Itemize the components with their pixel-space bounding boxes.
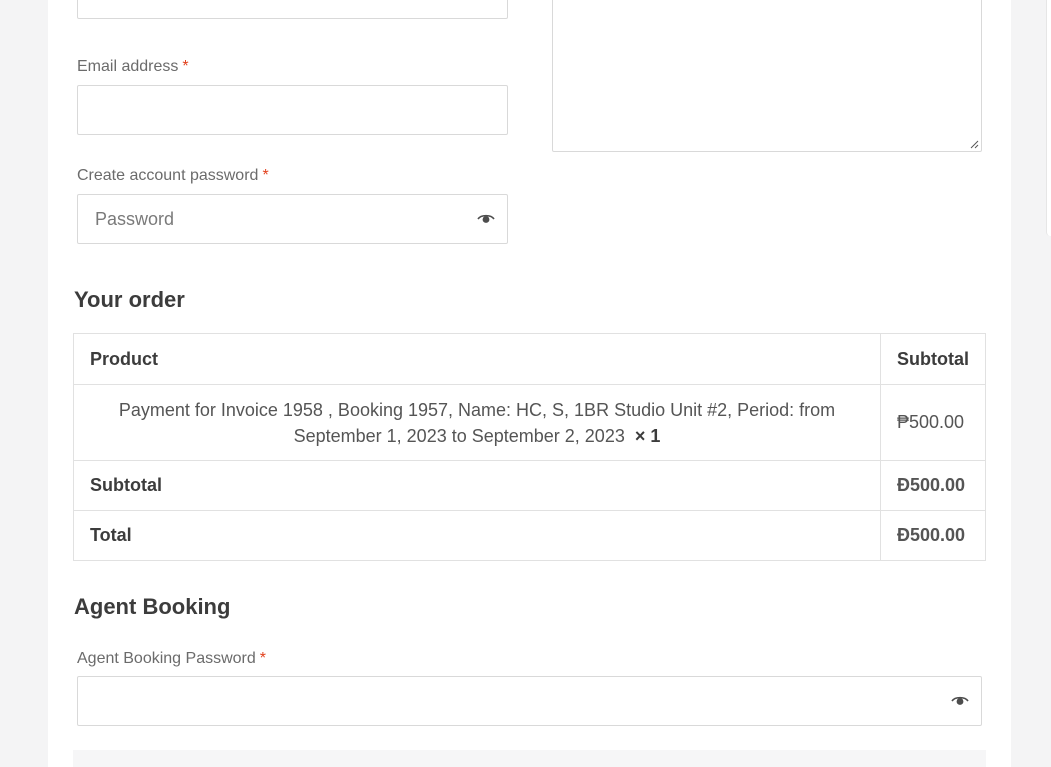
account-password-label: Create account password * (77, 167, 269, 185)
email-field[interactable] (77, 85, 508, 135)
product-name-cell: Payment for Invoice 1958 , Booking 1957,… (73, 384, 881, 461)
product-description: Payment for Invoice 1958 , Booking 1957,… (118, 399, 836, 446)
previous-field-input[interactable] (77, 0, 508, 19)
account-password-field[interactable] (77, 194, 508, 244)
total-label: Total (73, 510, 881, 561)
account-password-input[interactable] (78, 195, 507, 243)
subtotal-column-header: Subtotal (880, 333, 986, 385)
product-price-cell: ₱500.00 (880, 384, 986, 461)
email-label: Email address * (77, 58, 189, 76)
required-marker: * (259, 650, 267, 667)
eye-icon[interactable] (951, 695, 969, 707)
table-row: Payment for Invoice 1958 , Booking 1957,… (73, 384, 986, 461)
side-panel-edge (1046, 0, 1051, 236)
order-notes-textarea[interactable] (552, 0, 982, 152)
total-row: Total Ð500.00 (73, 510, 986, 561)
account-password-label-text: Create account password (77, 167, 259, 184)
agent-password-label: Agent Booking Password * (77, 650, 266, 668)
table-header-row: Product Subtotal (73, 333, 986, 385)
product-quantity: × 1 (634, 425, 661, 446)
agent-password-field[interactable] (77, 676, 982, 726)
agent-password-label-text: Agent Booking Password (77, 650, 256, 667)
agent-booking-heading: Agent Booking (74, 594, 231, 619)
order-heading: Your order (74, 287, 185, 312)
order-review-table: Product Subtotal Payment for Invoice 195… (73, 333, 986, 561)
required-marker: * (182, 58, 189, 75)
subtotal-amount: Ð500.00 (880, 460, 986, 511)
email-label-text: Email address (77, 58, 179, 75)
eye-icon[interactable] (477, 213, 495, 225)
email-input[interactable] (78, 86, 507, 134)
subtotal-label: Subtotal (73, 460, 881, 511)
required-marker: * (262, 167, 269, 184)
resize-grip-icon[interactable] (969, 139, 979, 149)
agent-password-input[interactable] (78, 677, 981, 725)
payment-section-top (73, 750, 986, 767)
product-column-header: Product (73, 333, 881, 385)
subtotal-row: Subtotal Ð500.00 (73, 460, 986, 511)
total-amount: Ð500.00 (880, 510, 986, 561)
